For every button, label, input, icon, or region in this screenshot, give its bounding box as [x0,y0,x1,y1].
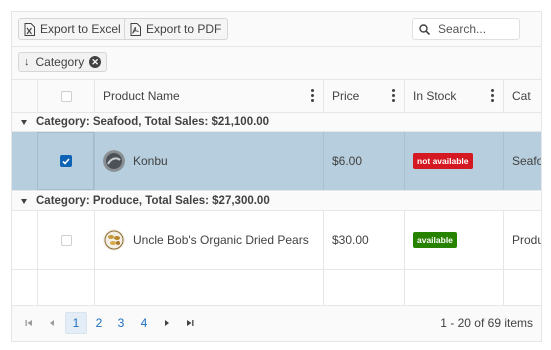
select-cell [37,270,94,305]
group-row-label: Category: Produce, Total Sales: $27,300.… [36,195,270,207]
group-indent-cell [12,132,37,190]
header-category[interactable]: Cat [503,80,541,112]
group-indent-cell [12,211,37,269]
excel-file-icon [24,22,35,36]
page-number: 3 [117,316,125,330]
price-text: $6.00 [332,154,363,168]
select-cell [37,211,94,269]
row-checkbox[interactable] [60,234,72,246]
group-row-label: Category: Seafood, Total Sales: $21,100.… [36,116,270,128]
cell-price: $30.00 [323,211,404,269]
export-excel-label: Export to Excel [40,22,121,36]
column-menu-icon[interactable] [392,89,395,103]
group-panel: ↓ Category ✕ [12,47,541,80]
cell-category: Produ [503,211,542,269]
select-all-header [37,80,94,112]
row-checkbox-checked[interactable] [59,155,72,167]
search-input[interactable] [436,21,516,37]
header-product-name-label: Product Name [103,89,180,103]
page-button-4[interactable]: 4 [133,312,155,334]
price-text: $30.00 [332,233,369,247]
category-text: Seafo [512,154,542,168]
collapse-caret-icon[interactable] [21,198,27,204]
grid-toolbar: Export to Excel Export to PDF [12,12,541,47]
previous-page-icon[interactable] [41,312,63,334]
first-page-icon[interactable] [18,312,40,334]
group-indent-header [12,80,37,112]
select-cell [37,132,94,190]
grid-header: Product Name Price In Stock Cat [12,80,541,113]
data-grid: Export to Excel Export to PDF ↓ Category… [11,11,542,342]
last-page-icon[interactable] [179,312,201,334]
group-chip-label: Category [35,55,85,69]
checkmark-icon [61,157,70,165]
header-price-label: Price [332,89,360,103]
group-chip-category[interactable]: ↓ Category ✕ [18,52,108,72]
header-category-label: Cat [512,89,531,103]
cell-product-name: Konbu [94,132,323,190]
page-button-3[interactable]: 3 [110,312,132,334]
search-icon [419,23,430,35]
cell-category: Seafo [503,132,542,190]
pdf-file-icon [130,22,141,36]
table-row[interactable] [12,270,541,305]
group-row-seafood[interactable]: Category: Seafood, Total Sales: $21,100.… [12,113,541,132]
cell-product-name [94,270,323,305]
product-image-dried-pears [103,229,125,251]
cell-product-name: Uncle Bob's Organic Dried Pears [94,211,323,269]
page-number: 1 [72,316,80,330]
remove-group-icon[interactable]: ✕ [89,56,102,68]
table-row[interactable]: Konbu $6.00 not available Seafo [12,132,541,191]
cell-category [503,270,541,305]
cell-in-stock: not available [404,132,503,190]
product-name-text: Uncle Bob's Organic Dried Pears [133,233,309,247]
sort-ascending-icon[interactable]: ↓ [24,56,30,68]
search-box[interactable] [412,18,520,40]
header-in-stock-label: In Stock [413,89,457,103]
page-button-2[interactable]: 2 [88,312,110,334]
header-in-stock[interactable]: In Stock [404,80,503,112]
column-menu-icon[interactable] [491,89,494,103]
header-price[interactable]: Price [323,80,404,112]
export-excel-button[interactable]: Export to Excel [18,18,128,40]
group-row-produce[interactable]: Category: Produce, Total Sales: $27,300.… [12,192,541,211]
page-number: 4 [140,316,148,330]
group-indent-cell [12,270,37,305]
pager: 1 2 3 4 1 - 20 of 69 items [12,305,541,341]
page-button-1[interactable]: 1 [65,312,87,334]
export-pdf-label: Export to PDF [146,22,222,36]
product-name-text: Konbu [133,154,168,168]
cell-price [323,270,404,305]
product-image-konbu [103,150,125,172]
table-row[interactable]: Uncle Bob's Organic Dried Pears $30.00 a… [12,211,541,270]
collapse-caret-icon[interactable] [21,119,27,125]
status-badge: not available [413,153,473,169]
cell-in-stock [404,270,503,305]
category-text: Produ [512,233,542,247]
status-badge: available [413,232,457,248]
select-all-checkbox[interactable] [60,90,72,102]
pager-info: 1 - 20 of 69 items [440,316,533,330]
header-product-name[interactable]: Product Name [94,80,323,112]
column-menu-icon[interactable] [311,89,314,103]
cell-price: $6.00 [323,132,404,190]
page-number: 2 [95,316,103,330]
cell-in-stock: available [404,211,503,269]
export-pdf-button[interactable]: Export to PDF [124,18,229,40]
next-page-icon[interactable] [156,312,178,334]
